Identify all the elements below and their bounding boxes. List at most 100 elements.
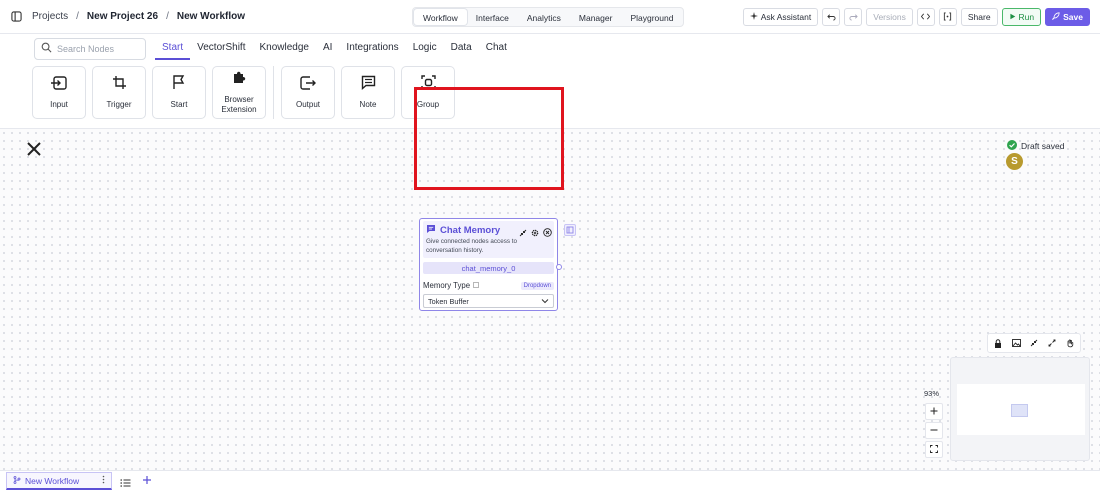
ask-assistant-button[interactable]: Ask Assistant — [742, 8, 819, 26]
output-handle[interactable] — [556, 264, 562, 270]
output-icon — [300, 75, 316, 95]
tile-label: Note — [359, 100, 377, 109]
draft-status-label: Draft saved — [1021, 141, 1065, 151]
node-description: Give connected nodes access to conversat… — [426, 238, 518, 254]
tile-label: Browser Extension — [221, 95, 257, 114]
undo-button[interactable] — [822, 8, 841, 26]
tile-label: Output — [295, 99, 320, 109]
canvas-controls — [987, 333, 1081, 353]
breadcrumb-projects[interactable]: Projects — [32, 11, 68, 22]
hand-icon[interactable] — [1062, 336, 1078, 350]
node-title-label: Chat Memory — [440, 225, 501, 236]
bottom-bar: New Workflow — [0, 470, 1100, 490]
memory-type-label: Memory Type — [423, 281, 479, 290]
note-icon — [361, 75, 376, 95]
tab-interface[interactable]: Interface — [467, 9, 518, 25]
top-bar: Projects / New Project 26 / New Workflow… — [0, 0, 1100, 34]
tile-label: Input — [50, 99, 68, 109]
search-icon — [41, 40, 52, 58]
variables-button[interactable] — [938, 8, 957, 26]
breadcrumb-separator: / — [76, 10, 79, 22]
toolbar-actions: Ask Assistant Versions Share Run Save — [742, 8, 1090, 26]
memory-type-value: Token Buffer — [428, 296, 469, 306]
category-knowledge[interactable]: Knowledge — [252, 40, 315, 60]
sidebar-toggle-icon[interactable] — [8, 8, 24, 24]
chat-bubble-icon — [426, 224, 436, 237]
node-tile-output[interactable]: Output — [281, 66, 335, 119]
tab-analytics[interactable]: Analytics — [518, 9, 570, 25]
redo-button[interactable] — [844, 8, 863, 26]
share-button[interactable]: Share — [960, 8, 998, 26]
zoom-controls — [925, 403, 943, 458]
tab-manager[interactable]: Manager — [570, 9, 622, 25]
redo-icon — [849, 12, 858, 23]
node-tile-start[interactable]: Start — [152, 66, 206, 119]
expand-all-icon[interactable] — [1044, 336, 1060, 350]
tab-playground[interactable]: Playground — [621, 9, 682, 25]
code-button[interactable] — [916, 8, 935, 26]
zoom-in-button[interactable] — [925, 403, 943, 420]
workflow-tab[interactable]: New Workflow — [6, 472, 112, 490]
category-chat[interactable]: Chat — [479, 40, 514, 60]
category-ai[interactable]: AI — [316, 40, 339, 60]
node-tile-browser-extension[interactable]: Browser Extension — [212, 66, 266, 119]
check-circle-icon — [1007, 140, 1017, 152]
tile-label: Start — [170, 100, 188, 109]
ask-assistant-label: Ask Assistant — [760, 12, 812, 22]
save-label: Save — [1063, 12, 1083, 22]
search-input[interactable] — [57, 44, 137, 54]
run-label: Run — [1018, 12, 1035, 22]
sparkle-icon — [749, 12, 758, 22]
puzzle-icon — [232, 70, 247, 90]
minimap-node — [1011, 404, 1028, 417]
node-categories: Start VectorShift Knowledge AI Integrati… — [155, 40, 514, 60]
memory-type-label-text: Memory Type — [423, 281, 471, 290]
avatar[interactable]: S — [1006, 153, 1023, 170]
node-tile-trigger[interactable]: Trigger — [92, 66, 146, 119]
more-vertical-icon[interactable] — [102, 475, 105, 486]
image-icon[interactable] — [1008, 336, 1024, 350]
zoom-out-button[interactable] — [925, 422, 943, 439]
brackets-icon — [943, 11, 952, 23]
lock-icon[interactable] — [990, 336, 1006, 350]
tile-label: Trigger — [106, 100, 132, 109]
workflow-tab-label: New Workflow — [25, 475, 80, 486]
flag-icon — [172, 75, 186, 95]
draft-status: Draft saved — [1007, 140, 1064, 152]
breadcrumb: Projects / New Project 26 / New Workflow — [8, 8, 245, 24]
node-tile-note[interactable]: Note — [341, 66, 395, 119]
info-icon — [473, 281, 479, 290]
collapse-all-icon[interactable] — [1026, 336, 1042, 350]
breadcrumb-project[interactable]: New Project 26 — [87, 11, 158, 22]
memory-type-select[interactable]: Token Buffer — [423, 294, 554, 308]
list-icon[interactable] — [120, 475, 131, 490]
node-id-field[interactable]: chat_memory_0 — [423, 262, 554, 274]
field-type-badge: Dropdown — [520, 281, 554, 290]
view-tabs: Workflow Interface Analytics Manager Pla… — [412, 7, 685, 27]
rocket-icon — [1052, 12, 1060, 22]
category-vectorshift[interactable]: VectorShift — [190, 40, 252, 60]
category-data[interactable]: Data — [444, 40, 479, 60]
tab-workflow[interactable]: Workflow — [414, 9, 467, 25]
fit-view-button[interactable] — [925, 441, 943, 458]
breadcrumb-separator: / — [166, 10, 169, 22]
tile-divider — [273, 66, 274, 119]
node-side-tag-icon[interactable] — [564, 224, 576, 236]
node-tiles: Input Trigger Start Browser Extension Ou… — [32, 66, 455, 119]
workflow-icon — [13, 475, 21, 486]
minimap[interactable] — [950, 357, 1090, 461]
chat-memory-node[interactable]: Chat Memory Give connected nodes access … — [419, 218, 558, 311]
category-logic[interactable]: Logic — [406, 40, 444, 60]
play-icon — [1009, 12, 1016, 22]
save-button[interactable]: Save — [1045, 8, 1090, 26]
node-title: Chat Memory — [426, 224, 500, 237]
close-icon[interactable] — [25, 140, 43, 158]
node-tile-input[interactable]: Input — [32, 66, 86, 119]
run-button[interactable]: Run — [1001, 8, 1042, 26]
category-integrations[interactable]: Integrations — [339, 40, 405, 60]
add-workflow-icon[interactable] — [142, 473, 152, 488]
category-start[interactable]: Start — [155, 40, 191, 60]
search-nodes-field[interactable] — [34, 38, 146, 60]
versions-button[interactable]: Versions — [866, 8, 913, 26]
breadcrumb-workflow[interactable]: New Workflow — [177, 11, 245, 22]
